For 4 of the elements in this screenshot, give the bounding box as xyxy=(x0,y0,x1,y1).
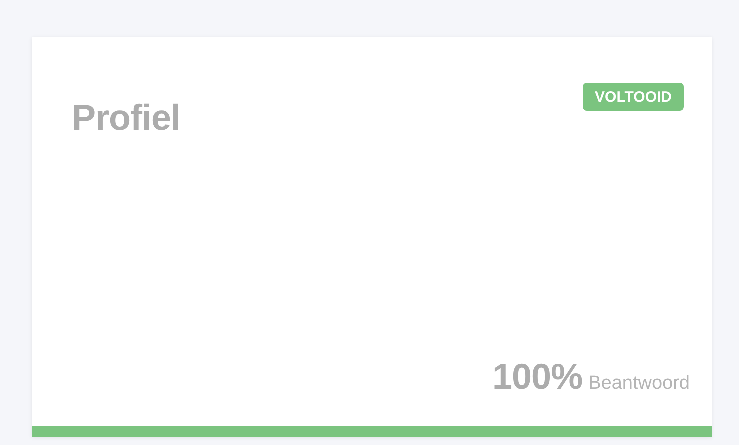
card-title: Profiel xyxy=(72,97,181,139)
percentage-value: 100% xyxy=(492,356,583,398)
answered-caption: Beantwoord xyxy=(588,373,690,395)
status-badge: VOLTOOID xyxy=(583,83,684,111)
